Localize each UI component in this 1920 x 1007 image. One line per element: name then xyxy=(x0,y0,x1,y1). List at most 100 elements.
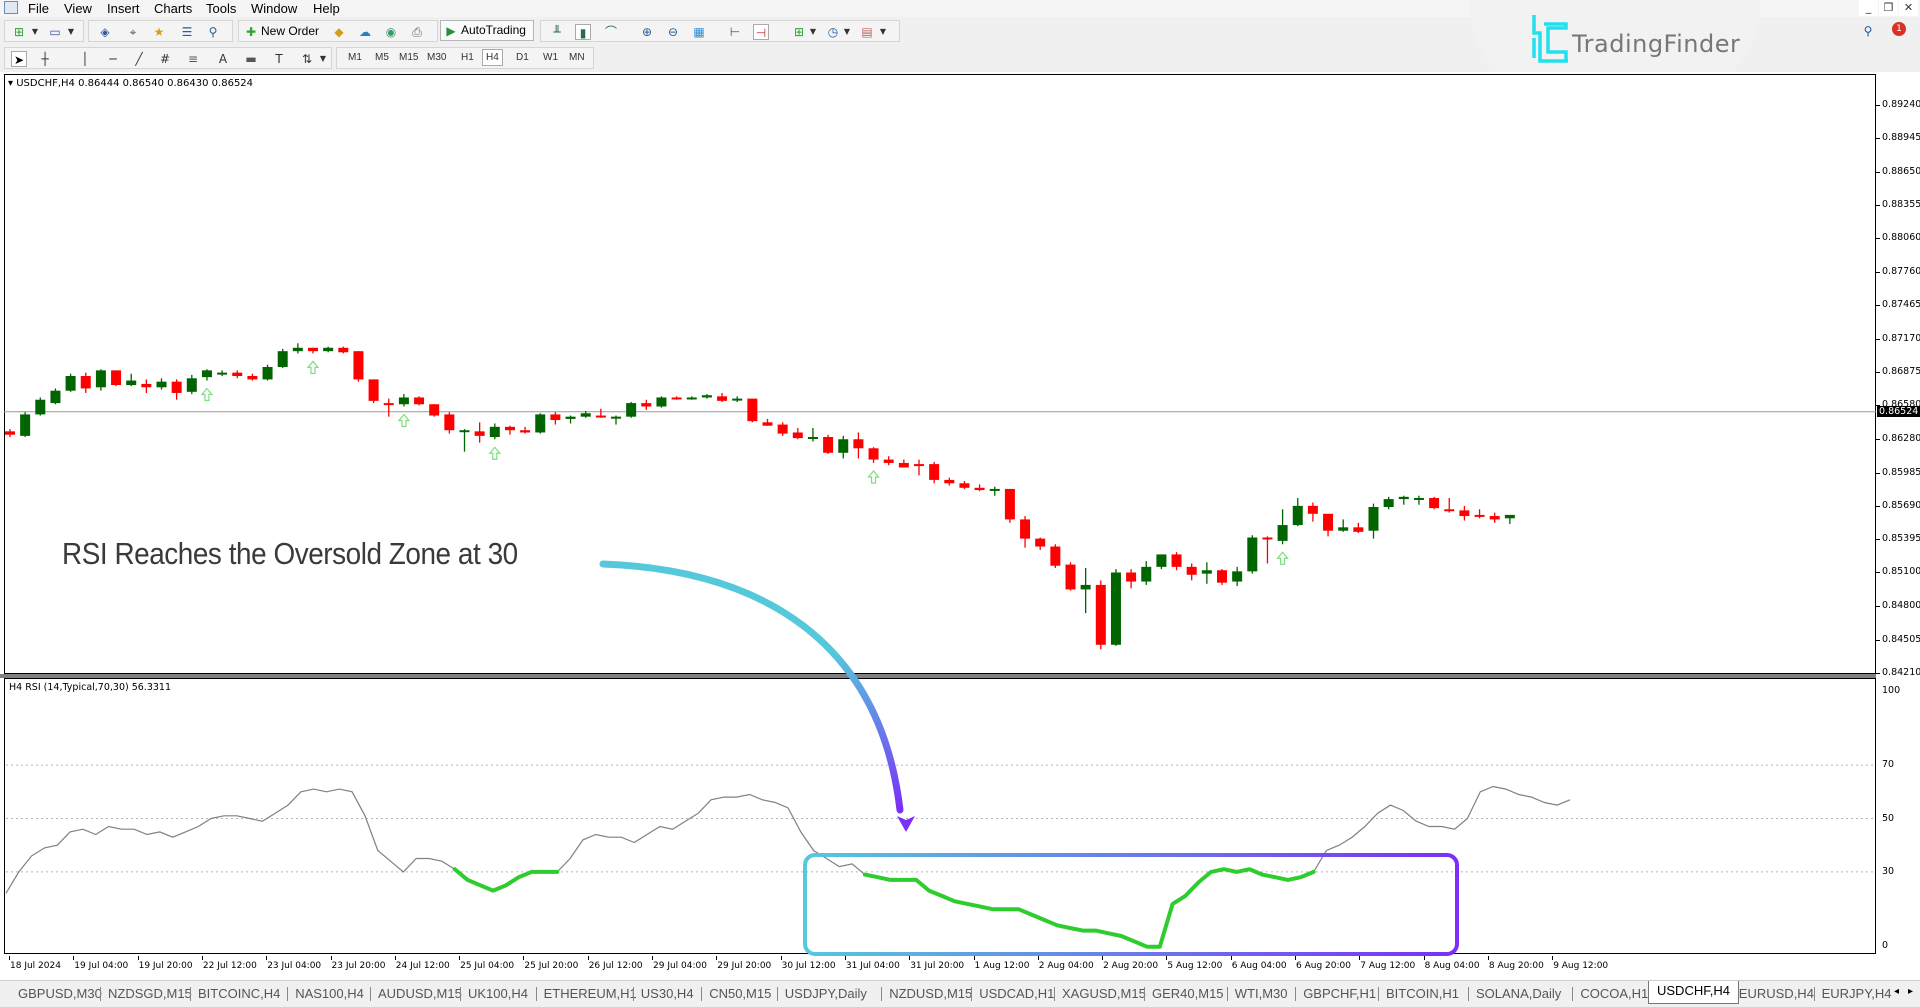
tabs-scroll-left-icon[interactable]: ◂ xyxy=(1894,986,1899,997)
menu-insert[interactable]: Insert xyxy=(107,1,140,16)
dropdown-arrow-icon[interactable]: ▼ xyxy=(63,24,79,40)
print-icon[interactable]: ⎙ xyxy=(409,24,425,40)
tab-xagusd-m15[interactable]: XAGUSD,M15 xyxy=(1062,984,1146,1004)
tab-ger40-m15[interactable]: GER40,M15 xyxy=(1152,984,1224,1004)
market-watch-icon[interactable]: ◈ xyxy=(97,24,113,40)
text-box-icon[interactable]: T xyxy=(271,51,287,67)
price-axis-label: 0.87170 xyxy=(1882,332,1920,344)
minimize-button[interactable]: _ xyxy=(1859,0,1878,16)
candlestick-chart-icon[interactable]: ▮ xyxy=(575,24,591,40)
templates-icon[interactable]: ▤ xyxy=(859,24,875,40)
time-tick xyxy=(394,956,396,960)
tab-usdcad-h1[interactable]: USDCAD,H1 xyxy=(979,984,1054,1004)
timeframe-d1[interactable]: D1 xyxy=(516,52,529,63)
menu-tools[interactable]: Tools xyxy=(206,1,236,16)
restore-button[interactable]: ❐ xyxy=(1879,0,1898,16)
menu-view[interactable]: View xyxy=(64,1,92,16)
timeframe-m1[interactable]: M1 xyxy=(348,52,362,63)
tab-wti-m30[interactable]: WTI,M30 xyxy=(1235,984,1288,1004)
timeframe-m5[interactable]: M5 xyxy=(375,52,389,63)
tab-ethereum-h1[interactable]: ETHEREUM,H1 xyxy=(544,984,637,1004)
new-chart-icon[interactable]: ⊞ xyxy=(11,24,27,40)
autoscroll-icon[interactable]: ⊣ xyxy=(753,24,769,40)
tab-cn50-m15[interactable]: CN50,M15 xyxy=(709,984,771,1004)
dropdown-arrow-icon[interactable]: ▼ xyxy=(315,51,331,67)
chart-window[interactable]: ▾ USDCHF,H4 0.86444 0.86540 0.86430 0.86… xyxy=(0,72,1920,980)
tab-eurusd-h4[interactable]: EURUSD,H4 xyxy=(1739,984,1814,1004)
arrows-icon[interactable]: ⇅ xyxy=(299,51,315,67)
rsi-axis-label: 70 xyxy=(1882,759,1895,771)
tab-eurjpy-h4[interactable]: EURJPY,H4 xyxy=(1822,984,1892,1004)
dropdown-arrow-icon[interactable]: ▼ xyxy=(875,24,891,40)
zoom-in-icon[interactable]: ⊕ xyxy=(639,24,655,40)
line-chart-icon[interactable]: ⌒ xyxy=(603,24,619,40)
autotrading-button[interactable]: ▶ AutoTrading xyxy=(440,20,534,41)
tab-separator xyxy=(632,987,634,1001)
new-order-button[interactable]: New Order xyxy=(261,24,319,38)
close-button[interactable]: ✕ xyxy=(1899,0,1918,16)
cursor-icon[interactable]: ➤ xyxy=(11,51,27,67)
menu-help[interactable]: Help xyxy=(313,1,340,16)
timeframe-mn[interactable]: MN xyxy=(569,52,585,63)
tab-gbpusd-m30[interactable]: GBPUSD,M30 xyxy=(18,984,102,1004)
tab-usdchf-h4[interactable]: USDCHF,H4 xyxy=(1648,981,1739,1004)
menu-file[interactable]: File xyxy=(28,1,49,16)
tab-uk100-h4[interactable]: UK100,H4 xyxy=(468,984,528,1004)
signals-icon[interactable]: ☁ xyxy=(357,24,373,40)
timeframe-w1[interactable]: W1 xyxy=(543,52,558,63)
tab-nas100-h4[interactable]: NAS100,H4 xyxy=(295,984,364,1004)
equidistant-channel-icon[interactable]: # xyxy=(157,51,173,67)
text-label-icon[interactable]: ▬ xyxy=(243,51,259,67)
tab-nzdsgd-m15[interactable]: NZDSGD,M15 xyxy=(108,984,192,1004)
zoom-out-icon[interactable]: ⊖ xyxy=(665,24,681,40)
dropdown-arrow-icon[interactable]: ▼ xyxy=(27,24,43,40)
tab-separator xyxy=(1572,987,1574,1001)
metaeditor-icon[interactable]: ◆ xyxy=(331,24,347,40)
tab-solana-daily[interactable]: SOLANA,Daily xyxy=(1476,984,1561,1004)
time-tick xyxy=(266,956,268,960)
tile-windows-icon[interactable]: ▦ xyxy=(691,24,707,40)
timeframes-toolbar: M1 M5 M15 M30 H1 H4 D1 W1 MN xyxy=(336,47,594,69)
market-icon[interactable]: ◉ xyxy=(383,24,399,40)
tab-us30-h4[interactable]: US30,H4 xyxy=(641,984,694,1004)
text-icon[interactable]: A xyxy=(215,51,231,67)
dropdown-arrow-icon[interactable]: ▼ xyxy=(839,24,855,40)
fibonacci-icon[interactable]: ≡ xyxy=(185,51,201,67)
price-chart-pane[interactable] xyxy=(4,74,1876,674)
timeframe-h1[interactable]: H1 xyxy=(461,52,474,63)
tab-nzdusd-m15[interactable]: NZDUSD,M15 xyxy=(889,984,972,1004)
time-tick xyxy=(201,956,203,960)
crosshair-icon[interactable]: ┼ xyxy=(37,51,53,67)
terminal-icon[interactable]: ☰ xyxy=(179,24,195,40)
tab-bitcoin-h1[interactable]: BITCOIN,H1 xyxy=(1386,984,1459,1004)
navigator-icon[interactable]: ★ xyxy=(151,24,167,40)
timeframe-m15[interactable]: M15 xyxy=(399,52,418,63)
timeframe-h4[interactable]: H4 xyxy=(482,49,503,66)
time-axis-label: 2 Aug 04:00 xyxy=(1038,961,1094,971)
horizontal-line-icon[interactable]: ─ xyxy=(105,51,121,67)
dropdown-arrow-icon[interactable]: ▼ xyxy=(805,24,821,40)
notification-badge[interactable]: 1 xyxy=(1892,22,1906,36)
tab-audusd-m15[interactable]: AUDUSD,M15 xyxy=(378,984,462,1004)
trendline-icon[interactable]: ╱ xyxy=(131,51,147,67)
bar-chart-icon[interactable]: ╨ xyxy=(549,24,565,40)
tab-bitcoinc-h4[interactable]: BITCOINC,H4 xyxy=(198,984,280,1004)
search-icon[interactable]: ⚲ xyxy=(1860,23,1876,39)
profiles-icon[interactable]: ▭ xyxy=(47,24,63,40)
vertical-line-icon[interactable]: │ xyxy=(77,51,93,67)
strategy-tester-icon[interactable]: ⚲ xyxy=(205,24,221,40)
crosshair-data-window-icon[interactable]: ⌖ xyxy=(125,24,141,40)
menu-charts[interactable]: Charts xyxy=(154,1,192,16)
toolbar-group-windows: ◈ ⌖ ★ ☰ ⚲ xyxy=(88,20,233,42)
timeframe-m30[interactable]: M30 xyxy=(427,52,446,63)
chart-menu-triangle-icon[interactable]: ▾ xyxy=(8,78,13,89)
menu-window[interactable]: Window xyxy=(251,1,297,16)
tab-cocoa-h1[interactable]: COCOA,H1 xyxy=(1580,984,1648,1004)
tab-usdjpy-daily[interactable]: USDJPY,Daily xyxy=(785,984,867,1004)
price-axis-label: 0.87465 xyxy=(1882,299,1920,311)
chart-shift-icon[interactable]: ⊢ xyxy=(727,24,743,40)
rsi-indicator-pane[interactable] xyxy=(4,678,1876,954)
tab-separator xyxy=(701,987,703,1001)
tabs-scroll-right-icon[interactable]: ▸ xyxy=(1908,986,1913,997)
tab-gbpchf-h1[interactable]: GBPCHF,H1 xyxy=(1303,984,1376,1004)
